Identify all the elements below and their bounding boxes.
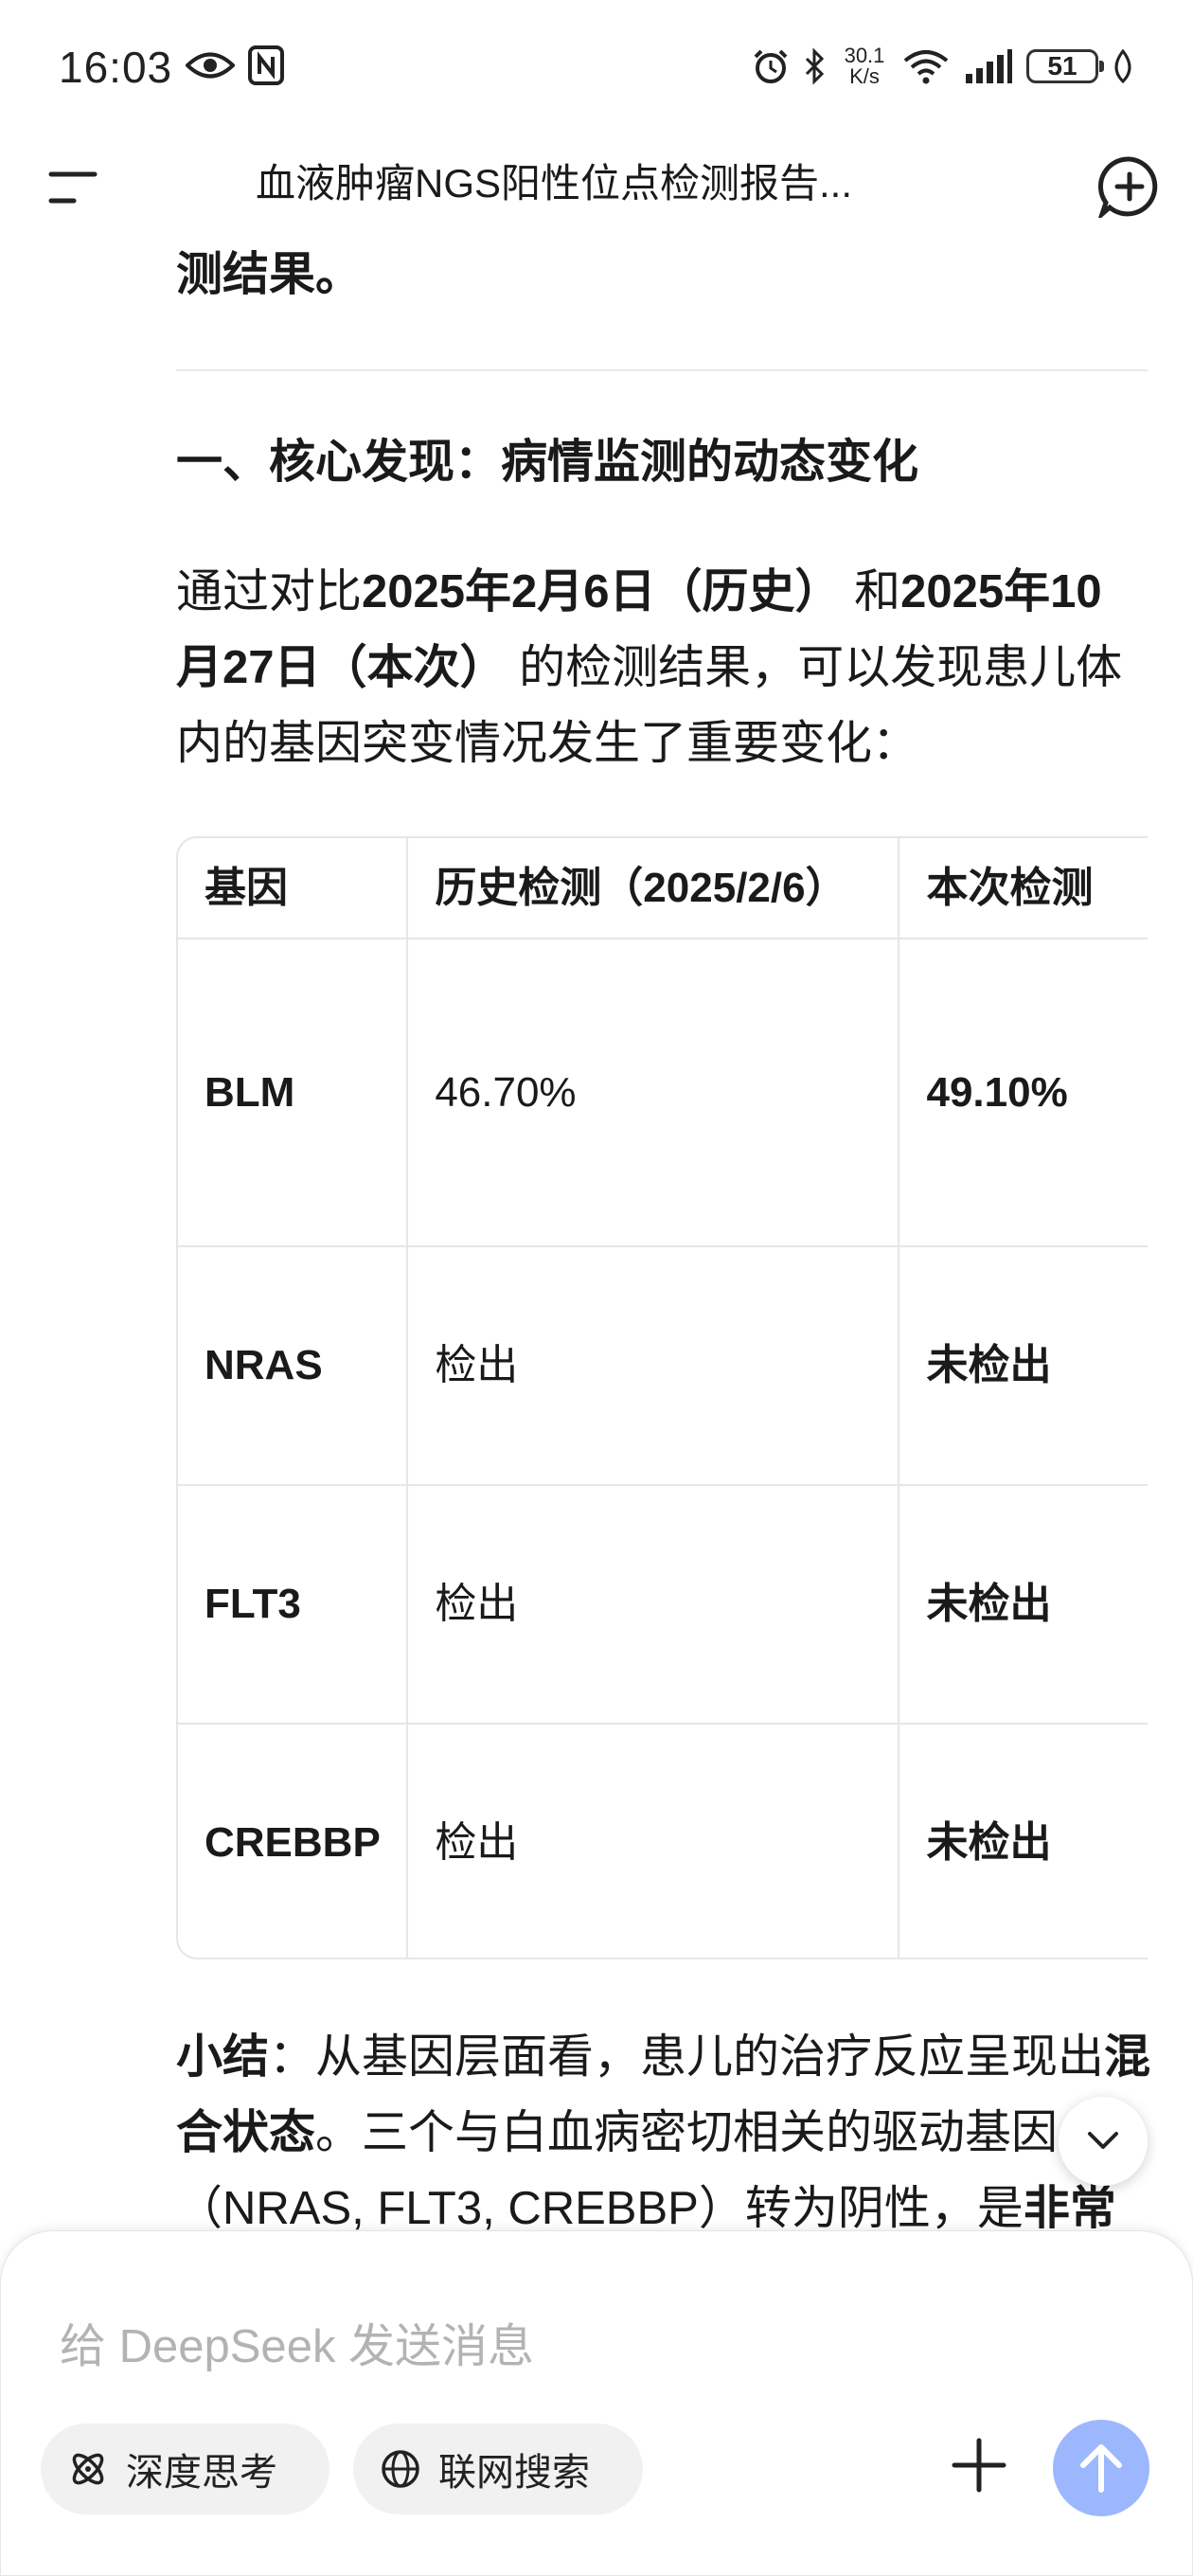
table-header-row: 基因 历史检测（2025/2/6） 本次检测 — [178, 838, 1148, 939]
menu-icon[interactable] — [45, 167, 102, 208]
current-cell: 未检出 — [899, 1485, 1148, 1725]
signal-icon — [966, 49, 1012, 83]
summary-paragraph: 小结：从基因层面看，患儿的治疗反应呈现出混合状态。三个与白血病密切相关的驱动基因… — [176, 2031, 1151, 2234]
current-cell: 未检出 — [899, 1246, 1148, 1486]
scroll-to-bottom-button[interactable] — [1059, 2097, 1148, 2186]
history-cell: 46.70% — [407, 939, 900, 1247]
web-search-label: 联网搜索 — [438, 2452, 590, 2494]
gene-cell: BLM — [178, 939, 409, 1247]
chevron-down-icon — [1088, 2132, 1118, 2149]
current-cell: 未检出 — [926, 1819, 1052, 1866]
eye-comfort-icon — [186, 52, 235, 79]
deep-think-toggle[interactable]: 深度思考 — [41, 2424, 329, 2514]
message-input[interactable]: 给 DeepSeek 发送消息 — [60, 2309, 534, 2376]
leaf-icon — [1114, 49, 1131, 83]
gene-cell: CREBBP — [178, 1724, 409, 1958]
arrow-up-icon — [1080, 2444, 1122, 2493]
table-row: FLT3 检出 未检出 — [178, 1485, 1148, 1725]
previous-text-end: 测结果。 — [176, 249, 363, 300]
current-cell: 49.10% — [899, 939, 1148, 1247]
history-cell: 检出 — [407, 1724, 900, 1958]
column-header-current: 本次检测 — [899, 838, 1148, 939]
plus-icon[interactable] — [951, 2437, 1007, 2494]
conversation-title: 血液肿瘤NGS阳性位点检测报告... — [256, 161, 853, 206]
gene-cell: FLT3 — [178, 1485, 409, 1725]
network-speed: 30.1 K/s — [844, 44, 885, 88]
deep-think-label: 深度思考 — [126, 2452, 277, 2494]
section-heading: 一、核心发现：病情监测的动态变化 — [176, 437, 919, 488]
message-composer: 给 DeepSeek 发送消息 深度思考 联网搜索 — [0, 2230, 1193, 2576]
new-chat-icon[interactable] — [1098, 155, 1161, 218]
history-cell: 检出 — [407, 1485, 900, 1725]
globe-icon — [382, 2450, 419, 2488]
chat-header: 血液肿瘤NGS阳性位点检测报告... — [0, 133, 1193, 237]
divider — [176, 369, 1148, 371]
table-row: CREBBP 检出 未检出 — [178, 1724, 1148, 1958]
table-row: NRAS 检出 未检出 — [178, 1246, 1148, 1486]
gene-comparison-table[interactable]: 基因 历史检测（2025/2/6） 本次检测 BLM 46.70% 49.10%… — [176, 836, 1148, 1959]
column-header-gene: 基因 — [178, 838, 409, 939]
clock: 16:03 — [59, 43, 173, 92]
table-row: BLM 46.70% 49.10% — [178, 939, 1148, 1247]
status-bar: 16:03 30.1 K/s 51 — [0, 0, 1193, 133]
history-cell: 检出 — [407, 1246, 900, 1486]
send-button[interactable] — [1053, 2420, 1149, 2516]
battery-indicator: 51 — [1026, 49, 1104, 83]
intro-paragraph: 通过对比2025年2月6日（历史） 和2025年10月27日（本次） 的检测结果… — [176, 566, 1123, 769]
atom-icon — [72, 2453, 104, 2485]
bluetooth-icon — [805, 47, 825, 85]
column-header-history: 历史检测（2025/2/6） — [407, 838, 900, 939]
web-search-toggle[interactable]: 联网搜索 — [353, 2424, 643, 2514]
alarm-icon — [754, 49, 788, 83]
wifi-icon — [903, 50, 949, 84]
gene-cell: NRAS — [178, 1246, 409, 1486]
nfc-icon — [248, 45, 284, 85]
